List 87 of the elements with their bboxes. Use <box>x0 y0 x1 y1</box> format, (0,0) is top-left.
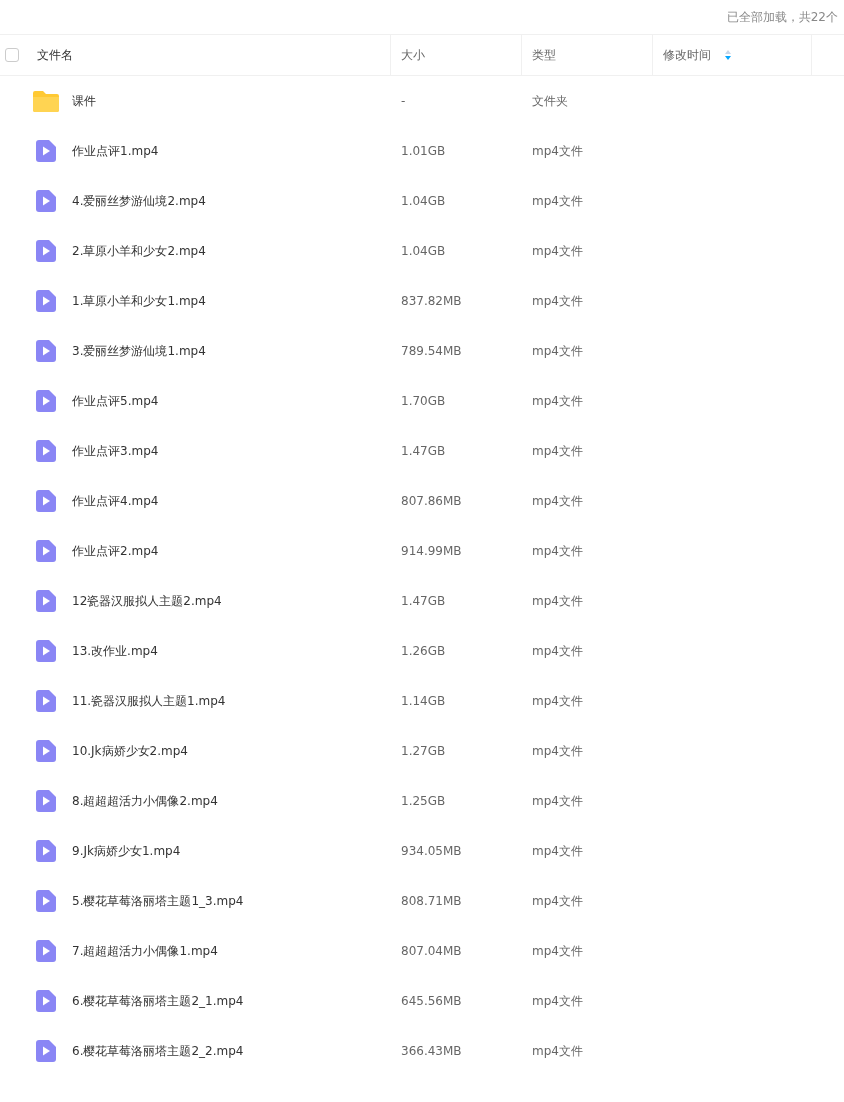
file-name-link[interactable]: 11.瓷器汉服拟人主题1.mp4 <box>72 692 226 710</box>
file-name-link[interactable]: 6.樱花草莓洛丽塔主题2_1.mp4 <box>72 992 244 1010</box>
video-file-icon <box>36 490 56 512</box>
file-size-text: 1.70GB <box>401 393 446 410</box>
column-header[interactable]: 类型 <box>522 46 556 64</box>
file-name-link[interactable]: 1.草原小羊和少女1.mp4 <box>72 292 206 310</box>
file-name-link[interactable]: 4.爱丽丝梦游仙境2.mp4 <box>72 192 206 210</box>
file-name-link[interactable]: 9.Jk病娇少女1.mp4 <box>72 842 181 860</box>
video-file-icon <box>36 990 56 1012</box>
file-name-link[interactable]: 作业点评5.mp4 <box>72 392 159 410</box>
file-type-text: mp4文件 <box>532 443 583 460</box>
file-size-text: 1.47GB <box>401 443 446 460</box>
file-size-text: 1.47GB <box>401 593 446 610</box>
video-file-icon <box>36 440 56 462</box>
file-type-text: mp4文件 <box>532 493 583 510</box>
file-size-text: 1.04GB <box>401 193 446 210</box>
video-file-icon <box>36 840 56 862</box>
video-file-icon <box>36 540 56 562</box>
file-type-text: mp4文件 <box>532 293 583 310</box>
file-type-text: mp4文件 <box>532 343 583 360</box>
file-type-text: mp4文件 <box>532 693 583 710</box>
video-file-icon <box>36 390 56 412</box>
file-name-link[interactable]: 2.草原小羊和少女2.mp4 <box>72 242 206 260</box>
file-size-text: 1.01GB <box>401 143 446 160</box>
video-file-icon <box>36 140 56 162</box>
file-size-text: 1.27GB <box>401 743 446 760</box>
file-name-link[interactable]: 作业点评1.mp4 <box>72 142 159 160</box>
file-type-text: mp4文件 <box>532 643 583 660</box>
file-type-text: mp4文件 <box>532 843 583 860</box>
video-file-icon <box>36 590 56 612</box>
file-size-text: 808.71MB <box>401 893 462 910</box>
file-name-link[interactable]: 10.Jk病娇少女2.mp4 <box>72 742 188 760</box>
column-header[interactable]: 大小 <box>391 46 425 64</box>
file-type-text: mp4文件 <box>532 593 583 610</box>
file-size-text: 837.82MB <box>401 293 462 310</box>
column-header[interactable]: 修改时间 <box>653 46 731 64</box>
select-all-checkbox[interactable] <box>5 48 19 62</box>
file-size-text: 1.14GB <box>401 693 446 710</box>
file-size-text: 914.99MB <box>401 543 462 560</box>
file-size-text: 807.04MB <box>401 943 462 960</box>
file-name-link[interactable]: 作业点评3.mp4 <box>72 442 159 460</box>
file-type-text: mp4文件 <box>532 193 583 210</box>
file-name-link[interactable]: 5.樱花草莓洛丽塔主题1_3.mp4 <box>72 892 244 910</box>
file-size-text: 789.54MB <box>401 343 462 360</box>
file-type-text: mp4文件 <box>532 393 583 410</box>
file-type-text: mp4文件 <box>532 893 583 910</box>
file-type-text: mp4文件 <box>532 793 583 810</box>
video-file-icon <box>36 890 56 912</box>
file-type-text: mp4文件 <box>532 993 583 1010</box>
video-file-icon <box>36 290 56 312</box>
video-file-icon <box>36 1040 56 1062</box>
file-name-link[interactable]: 13.改作业.mp4 <box>72 642 158 660</box>
file-name-link[interactable]: 3.爱丽丝梦游仙境1.mp4 <box>72 342 206 360</box>
file-type-text: mp4文件 <box>532 743 583 760</box>
file-size-text: 934.05MB <box>401 843 462 860</box>
file-name-link[interactable]: 7.超超超活力小偶像1.mp4 <box>72 942 218 960</box>
file-type-text: mp4文件 <box>532 543 583 560</box>
file-type-text: mp4文件 <box>532 1043 583 1060</box>
file-type-text: mp4文件 <box>532 943 583 960</box>
column-header[interactable]: 文件名 <box>31 46 73 64</box>
video-file-icon <box>36 740 56 762</box>
video-file-icon <box>36 790 56 812</box>
sort-icon[interactable] <box>725 50 731 60</box>
file-size-text: 1.25GB <box>401 793 446 810</box>
video-file-icon <box>36 940 56 962</box>
file-type-text: 文件夹 <box>532 93 568 110</box>
file-type-text: mp4文件 <box>532 243 583 260</box>
file-name-link[interactable]: 6.樱花草莓洛丽塔主题2_2.mp4 <box>72 1042 244 1060</box>
file-type-text: mp4文件 <box>532 143 583 160</box>
file-size-text: - <box>401 93 406 110</box>
video-file-icon <box>36 240 56 262</box>
file-size-text: 807.86MB <box>401 493 462 510</box>
file-size-text: 366.43MB <box>401 1043 462 1060</box>
video-file-icon <box>36 690 56 712</box>
folder-icon <box>33 90 59 112</box>
file-name-link[interactable]: 课件 <box>72 92 96 110</box>
video-file-icon <box>36 640 56 662</box>
video-file-icon <box>36 340 56 362</box>
file-size-text: 645.56MB <box>401 993 462 1010</box>
file-name-link[interactable]: 作业点评2.mp4 <box>72 542 159 560</box>
file-name-link[interactable]: 12瓷器汉服拟人主题2.mp4 <box>72 592 222 610</box>
file-size-text: 1.26GB <box>401 643 446 660</box>
load-status-text: 已全部加载，共22个 <box>726 9 838 26</box>
video-file-icon <box>36 190 56 212</box>
file-name-link[interactable]: 作业点评4.mp4 <box>72 492 159 510</box>
file-size-text: 1.04GB <box>401 243 446 260</box>
file-name-link[interactable]: 8.超超超活力小偶像2.mp4 <box>72 792 218 810</box>
